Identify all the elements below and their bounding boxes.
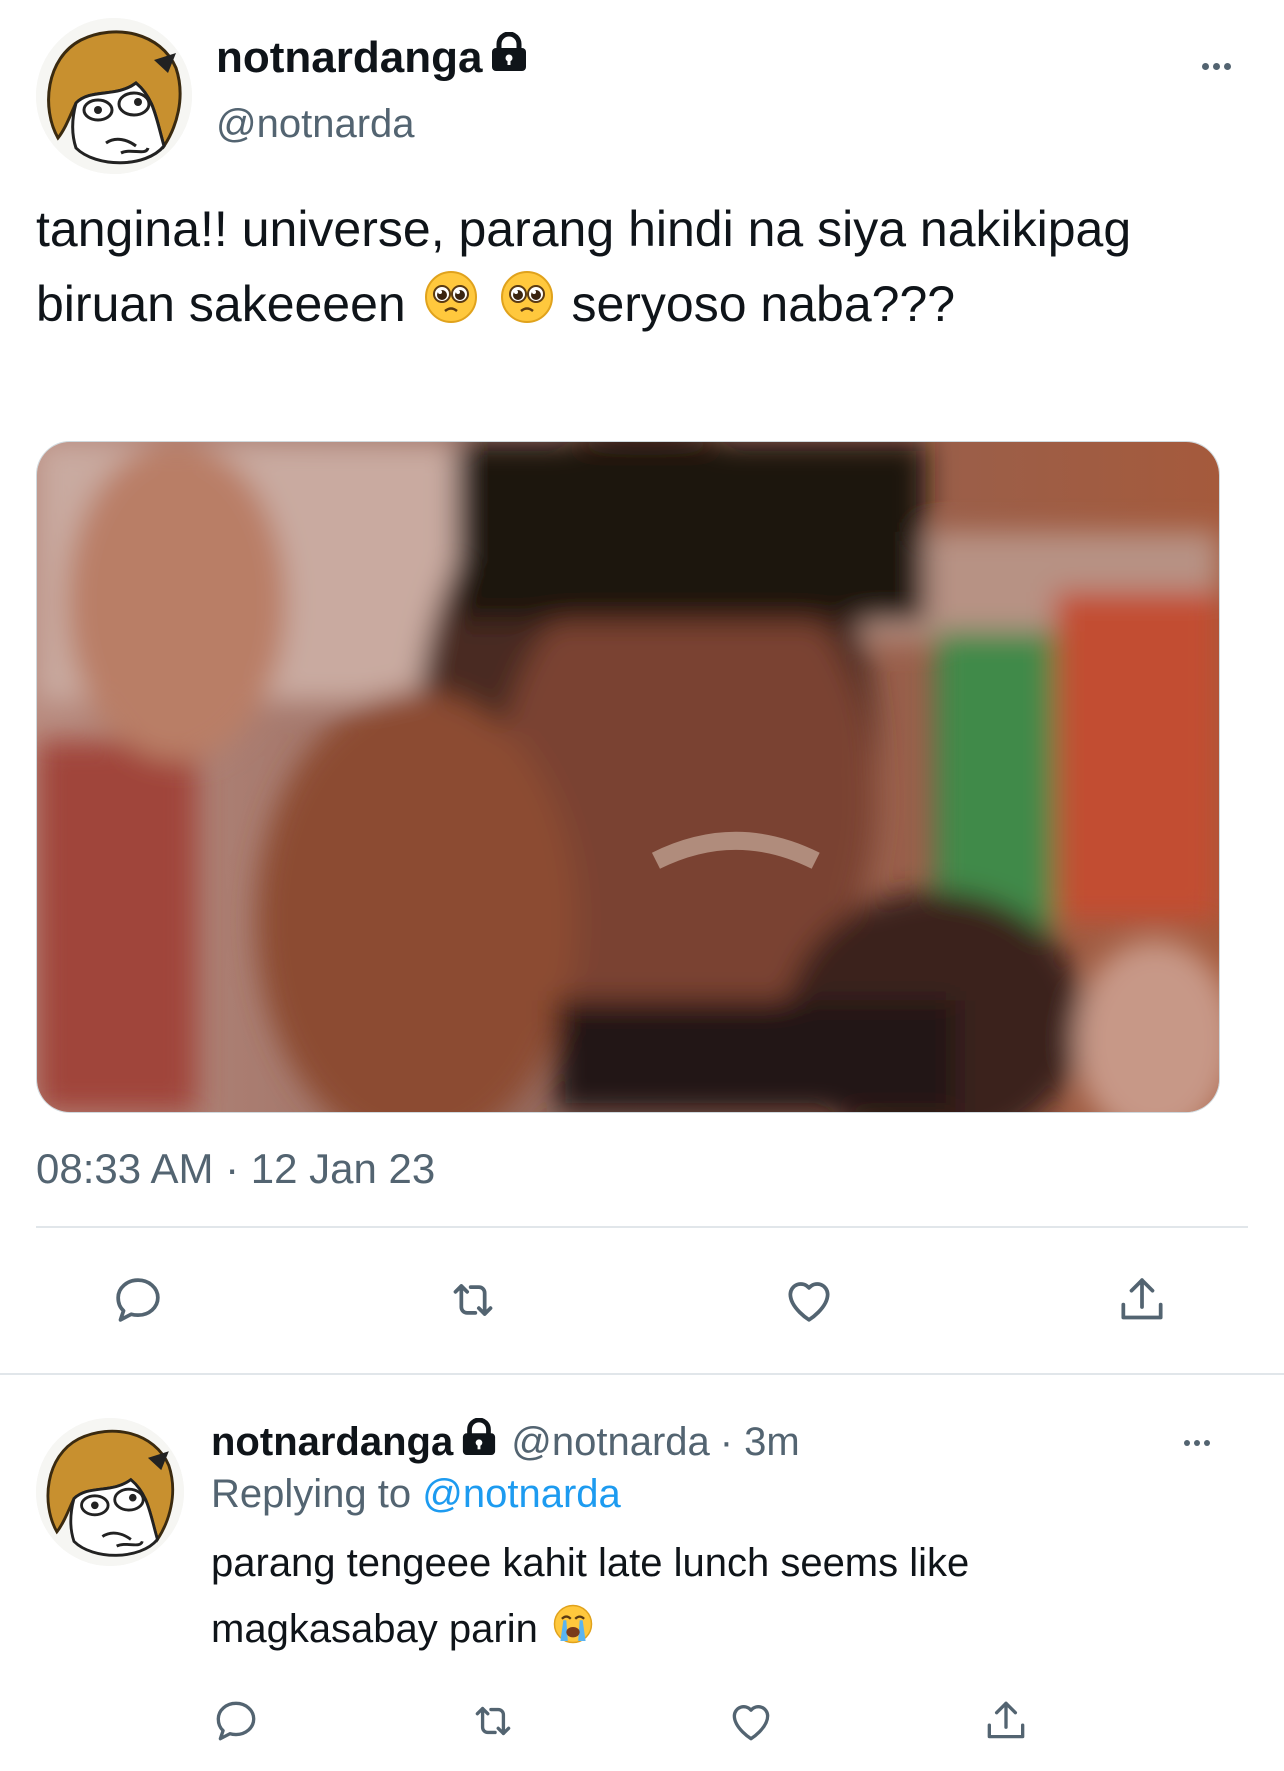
share-icon[interactable] — [1114, 1272, 1170, 1328]
retweet-icon[interactable] — [466, 1696, 520, 1746]
reply-actions — [211, 1695, 1031, 1747]
avatar[interactable] — [36, 18, 192, 174]
divider — [0, 1373, 1284, 1375]
share-icon[interactable] — [981, 1696, 1031, 1746]
replying-to-label: Replying to — [211, 1472, 412, 1516]
reply-text: parang tengeee kahit late lunch seems li… — [211, 1530, 1111, 1664]
like-icon[interactable] — [726, 1696, 776, 1746]
reply-author-row: notnardanga @notnarda · 3m — [211, 1417, 800, 1466]
loudly-crying-face-icon — [553, 1598, 593, 1664]
reply-handle[interactable]: @notnarda — [511, 1420, 710, 1465]
handle[interactable]: @notnarda — [216, 102, 415, 147]
author-name-row: notnardanga — [216, 31, 528, 83]
reply-more-options-icon[interactable] — [1184, 1440, 1210, 1446]
more-options-icon[interactable] — [1202, 63, 1231, 70]
meme-reaction-image-icon — [37, 442, 1219, 1112]
reply-icon[interactable] — [211, 1696, 261, 1746]
like-icon[interactable] — [781, 1272, 837, 1328]
tweet-text-part2: seryoso naba??? — [571, 276, 956, 332]
reply-icon[interactable] — [110, 1272, 166, 1328]
reply-display-name[interactable]: notnardanga — [211, 1420, 453, 1465]
pleading-face-icon — [424, 270, 478, 345]
divider — [36, 1226, 1248, 1228]
pleading-face-icon — [500, 270, 554, 345]
lock-icon — [461, 1417, 497, 1466]
reply-time: · 3m — [719, 1419, 800, 1464]
retweet-icon[interactable] — [443, 1272, 503, 1328]
lock-icon — [490, 31, 528, 83]
tweet-actions — [110, 1270, 1170, 1330]
replying-to: Replying to @notnarda — [211, 1472, 621, 1517]
tweet-timestamp[interactable]: 08:33 AM · 12 Jan 23 — [36, 1145, 435, 1193]
tweet-text: tangina!! universe, parang hindi na siya… — [36, 192, 1196, 345]
replying-to-handle-link[interactable]: @notnarda — [422, 1472, 621, 1516]
display-name[interactable]: notnardanga — [216, 33, 482, 83]
reply-avatar[interactable] — [36, 1418, 184, 1566]
tweet-media[interactable] — [36, 441, 1220, 1113]
